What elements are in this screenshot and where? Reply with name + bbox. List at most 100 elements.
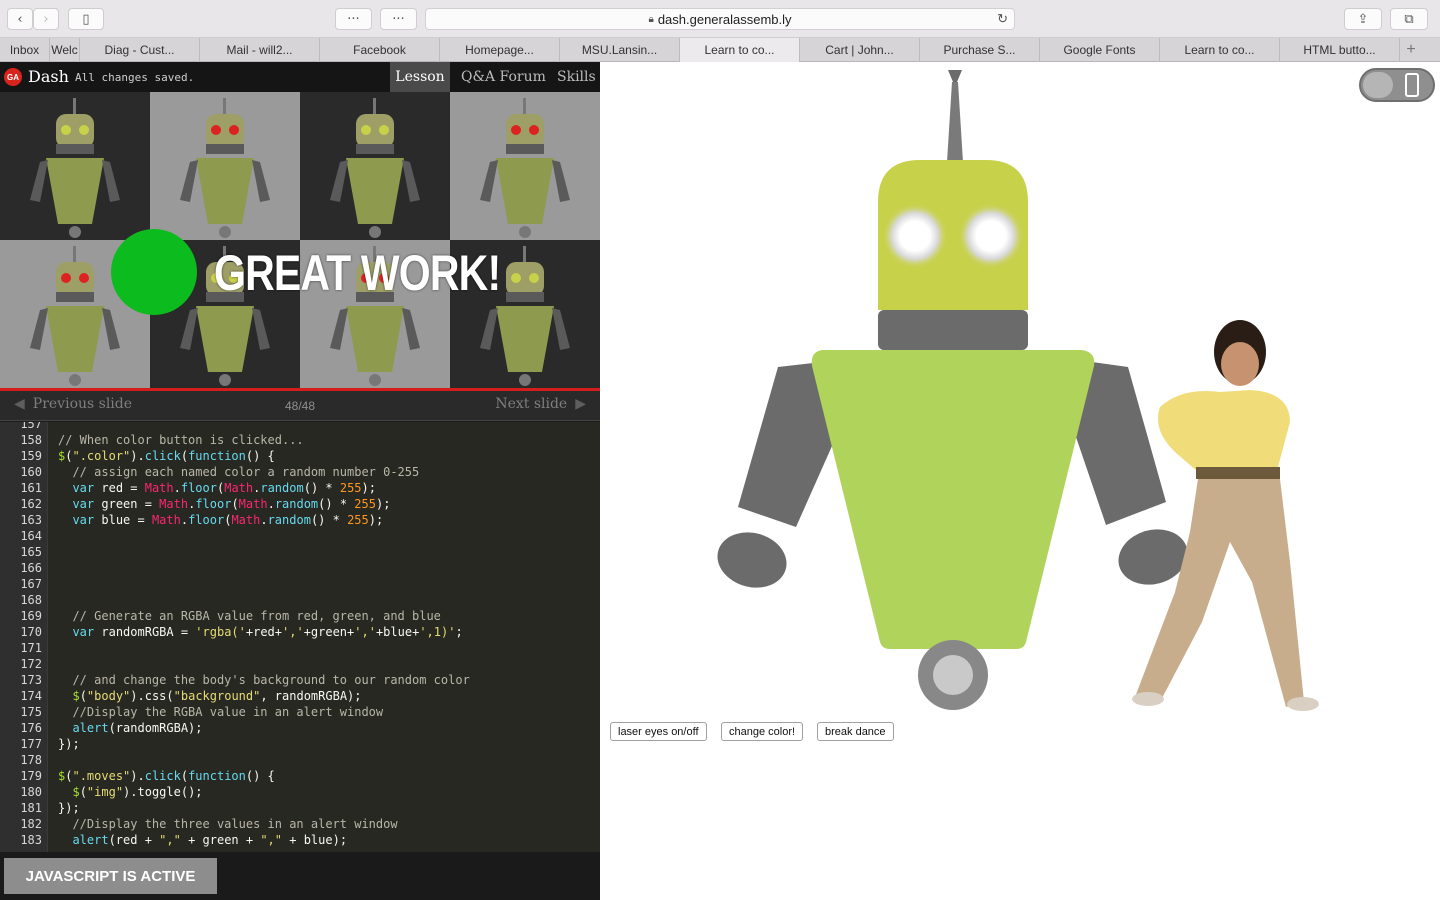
line-number: 183	[20, 833, 42, 847]
robot-illustration	[717, 70, 1319, 711]
chevron-left-icon: ‹	[17, 11, 23, 27]
code-line[interactable]: });	[58, 736, 80, 752]
browser-toolbar: ‹ › ▯ ··· ··· 🔒︎ dash.generalassemb.ly ↻…	[0, 0, 1440, 38]
forward-button[interactable]: ›	[33, 8, 59, 30]
line-number: 172	[20, 657, 42, 671]
line-number: 169	[20, 609, 42, 623]
line-number: 174	[20, 689, 42, 703]
slide-navigation: ◀ Previous slide 48/48 Next slide ▶	[0, 391, 600, 421]
laser-eyes-button[interactable]: laser eyes on/off	[610, 722, 707, 741]
success-circle	[111, 229, 197, 315]
more-icon: ···	[347, 11, 360, 27]
browser-tab[interactable]: Learn to co...	[680, 38, 800, 62]
line-number: 160	[20, 465, 42, 479]
line-number: 175	[20, 705, 42, 719]
break-dancer-image	[1132, 320, 1319, 711]
extension-button-1[interactable]: ···	[335, 8, 372, 30]
line-number: 177	[20, 737, 42, 751]
line-number: 163	[20, 513, 42, 527]
line-number-gutter: 157 158 159 160 161 162 163 164 165 166 167 168 169 1…	[0, 422, 48, 852]
share-button[interactable]: ⇪	[1344, 8, 1382, 30]
code-line[interactable]: // and change the body's background to o…	[58, 672, 469, 688]
line-number: 158	[20, 433, 42, 447]
new-tab-button[interactable]: +	[1400, 38, 1422, 62]
right-laser-eye	[958, 203, 1024, 269]
code-line[interactable]: $(".moves").click(function() {	[58, 768, 275, 784]
right-arm	[1076, 362, 1166, 525]
code-line[interactable]: //Display the RGBA value in an alert win…	[58, 704, 383, 720]
tab-lesson[interactable]: Lesson	[390, 62, 450, 92]
line-number: 165	[20, 545, 42, 559]
line-number: 173	[20, 673, 42, 687]
more-icon: ···	[392, 11, 405, 27]
code-editor[interactable]: 157 158 159 160 161 162 163 164 165 166 167 168 169 1…	[0, 422, 600, 852]
line-number: 171	[20, 641, 42, 655]
tabs-icon: ⧉	[1404, 11, 1414, 27]
browser-tab[interactable]: Diag - Cust...	[80, 38, 200, 62]
tab-qa-forum[interactable]: Q&A Forum	[455, 62, 552, 92]
tab-skills[interactable]: Skills	[551, 62, 602, 92]
line-number: 182	[20, 817, 42, 831]
robot-wheel-hub	[933, 655, 973, 695]
antenna-tip	[948, 70, 962, 82]
triangle-right-icon: ▶	[575, 396, 586, 412]
code-line[interactable]: $("img").toggle();	[58, 784, 202, 800]
lock-icon: 🔒︎	[648, 13, 654, 25]
code-line[interactable]: //Display the three values in an alert w…	[58, 816, 397, 832]
sidebar-button[interactable]: ▯	[68, 8, 104, 30]
left-laser-eye	[882, 203, 948, 269]
code-line[interactable]: var green = Math.floor(Math.random() * 2…	[58, 496, 390, 512]
line-number: 176	[20, 721, 42, 735]
line-number: 164	[20, 529, 42, 543]
browser-tab[interactable]: MSU.Lansin...	[560, 38, 680, 62]
code-line[interactable]: var red = Math.floor(Math.random() * 255…	[58, 480, 376, 496]
line-number: 167	[20, 577, 42, 591]
sidebar-icon: ▯	[82, 11, 90, 27]
slide-image: GREAT WORK!	[0, 92, 600, 388]
browser-tab[interactable]: Purchase S...	[920, 38, 1040, 62]
javascript-status-button[interactable]: JAVASCRIPT IS ACTIVE	[4, 858, 217, 894]
browser-tab[interactable]: HTML butto...	[1280, 38, 1400, 62]
browser-tab[interactable]: Learn to co...	[1160, 38, 1280, 62]
code-line[interactable]: // Generate an RGBA value from red, gree…	[58, 608, 440, 624]
break-dance-button[interactable]: break dance	[817, 722, 894, 741]
browser-tab[interactable]: Facebook	[320, 38, 440, 62]
ga-logo[interactable]: GA	[4, 68, 22, 86]
tabs-overview-button[interactable]: ⧉	[1390, 8, 1428, 30]
change-color-button[interactable]: change color!	[721, 722, 804, 741]
editor-footer: JAVASCRIPT IS ACTIVE	[0, 852, 600, 900]
save-status: All changes saved.	[75, 71, 195, 84]
line-number: 180	[20, 785, 42, 799]
code-line[interactable]: });	[58, 800, 80, 816]
antenna	[947, 82, 963, 162]
browser-tab[interactable]: Welc	[50, 38, 80, 62]
robot-tile	[150, 92, 300, 240]
code-line[interactable]: $(".color").click(function() {	[58, 448, 275, 464]
code-line[interactable]: alert(randomRGBA);	[58, 720, 202, 736]
code-line[interactable]: var blue = Math.floor(Math.random() * 25…	[58, 512, 383, 528]
address-bar[interactable]: 🔒︎ dash.generalassemb.ly ↻	[425, 8, 1015, 30]
browser-tab[interactable]: Homepage...	[440, 38, 560, 62]
share-icon: ⇪	[1357, 11, 1369, 27]
next-slide-button[interactable]: Next slide ▶	[495, 396, 586, 412]
code-line[interactable]: alert(red + "," + green + "," + blue);	[58, 832, 347, 848]
dash-header: GA Dash All changes saved. Lesson Q&A Fo…	[0, 62, 600, 92]
reload-icon[interactable]: ↻	[997, 11, 1008, 27]
url-text: dash.generalassemb.ly	[657, 11, 792, 27]
extension-button-2[interactable]: ···	[380, 8, 417, 30]
back-button[interactable]: ‹	[7, 8, 33, 30]
browser-tab[interactable]: Cart | John...	[800, 38, 920, 62]
code-line[interactable]: $("body").css("background", randomRGBA);	[58, 688, 361, 704]
code-line[interactable]: // assign each named color a random numb…	[58, 464, 419, 480]
lesson-pane: GA Dash All changes saved. Lesson Q&A Fo…	[0, 62, 600, 900]
browser-tab[interactable]: Inbox	[0, 38, 50, 62]
browser-tab[interactable]: Mail - will2...	[200, 38, 320, 62]
tab-bar: Inbox Welc Diag - Cust... Mail - will2... Fa…	[0, 38, 1440, 62]
robot-tile	[300, 92, 450, 240]
browser-tab[interactable]: Google Fonts	[1040, 38, 1160, 62]
code-line[interactable]: // When color button is clicked...	[58, 432, 304, 448]
code-line[interactable]: var randomRGBA = 'rgba('+red+','+green+'…	[58, 624, 462, 640]
slide-headline: GREAT WORK!	[214, 245, 501, 301]
chevron-right-icon: ›	[43, 11, 49, 27]
robot-body	[811, 350, 1095, 649]
